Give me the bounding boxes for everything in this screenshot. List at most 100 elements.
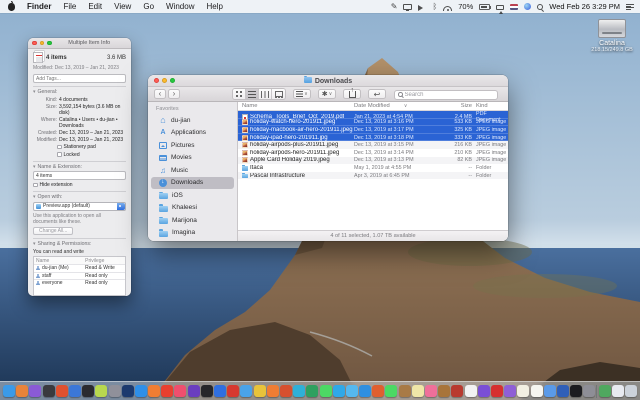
dock-icon-dark-grid-app[interactable] bbox=[82, 385, 94, 397]
dock-icon-blue-a-app[interactable] bbox=[214, 385, 226, 397]
checkbox-icon[interactable] bbox=[57, 152, 62, 157]
checkbox-icon[interactable] bbox=[33, 183, 38, 188]
minimize-button[interactable] bbox=[40, 41, 45, 46]
name-extension-field[interactable] bbox=[33, 171, 126, 180]
sidebar-item-music[interactable]: Music bbox=[151, 164, 234, 177]
name-extension-heading[interactable]: Name & Extension: bbox=[33, 164, 126, 170]
dock-icon-imovie[interactable] bbox=[478, 385, 490, 397]
dock-icon-camera-app[interactable] bbox=[43, 385, 55, 397]
close-button[interactable] bbox=[32, 41, 37, 46]
file-row[interactable]: holiday-ipad-hero-201911.jpg Dec 13, 201… bbox=[238, 134, 508, 142]
dock-icon-textedit[interactable] bbox=[531, 385, 543, 397]
dock-icon-preview[interactable] bbox=[544, 385, 556, 397]
sharing-permissions-heading[interactable]: Sharing & Permissions: bbox=[33, 241, 126, 247]
dock-icon-messages[interactable] bbox=[385, 385, 397, 397]
column-name[interactable]: Name bbox=[242, 103, 354, 109]
sidebar-item-ios[interactable]: iOS bbox=[151, 189, 234, 202]
icon-view-button[interactable] bbox=[233, 89, 246, 99]
dock-icon-gray-app[interactable] bbox=[109, 385, 121, 397]
change-all-button[interactable]: Change All... bbox=[33, 227, 73, 235]
dock-icon-home-app[interactable] bbox=[16, 385, 28, 397]
dock-icon-docker-app[interactable] bbox=[557, 385, 569, 397]
menu-item[interactable]: Finder bbox=[21, 2, 57, 11]
dock-icon-skype[interactable] bbox=[359, 385, 371, 397]
file-row[interactable]: holiday-watch-hero-201911.jpeg Dec 13, 2… bbox=[238, 119, 508, 127]
notification-center-icon[interactable] bbox=[626, 3, 634, 10]
menu-item[interactable]: Help bbox=[200, 2, 228, 11]
column-date-modified[interactable]: Date Modified∨ bbox=[354, 103, 436, 109]
dock-icon-chrome[interactable] bbox=[254, 385, 266, 397]
zoom-button[interactable] bbox=[170, 78, 175, 83]
battery-icon[interactable] bbox=[479, 4, 490, 10]
dock-icon-trash[interactable] bbox=[625, 385, 637, 397]
dock-icon-gift-app[interactable] bbox=[438, 385, 450, 397]
column-view-button[interactable] bbox=[259, 89, 272, 99]
dock-icon-finder[interactable] bbox=[3, 385, 15, 397]
file-row[interactable]: Pascal Infrastructure Apr 3, 2019 at 6:4… bbox=[238, 172, 508, 180]
sidebar-item-downloads[interactable]: Downloads bbox=[151, 177, 234, 190]
menubar-icon-display[interactable] bbox=[403, 4, 412, 10]
dock-icon-photos[interactable] bbox=[465, 385, 477, 397]
search-field[interactable] bbox=[394, 90, 498, 100]
menubar-icon-keyboard-flag[interactable] bbox=[510, 4, 518, 10]
group-by-button[interactable]: ∨ bbox=[293, 89, 311, 99]
dock-icon-color-circle-app[interactable] bbox=[372, 385, 384, 397]
sidebar-item-du-jian[interactable]: du-jian bbox=[151, 114, 234, 127]
dock-icon-system-preferences[interactable] bbox=[583, 385, 595, 397]
dock-icon-navy-app[interactable] bbox=[122, 385, 134, 397]
dock-icon-flame-app[interactable] bbox=[56, 385, 68, 397]
dock-icon-red-grid-app[interactable] bbox=[451, 385, 463, 397]
dock-icon-launchpad[interactable] bbox=[95, 385, 107, 397]
menubar-icon-bluetooth[interactable] bbox=[432, 2, 437, 11]
apple-menu-icon[interactable] bbox=[8, 3, 15, 11]
menubar-icon-spotlight[interactable] bbox=[537, 4, 543, 10]
dock-icon-podcasts-app[interactable] bbox=[148, 385, 160, 397]
info-titlebar[interactable]: Multiple Item Info bbox=[28, 38, 131, 49]
sidebar-item-imagina[interactable]: Imagina bbox=[151, 227, 234, 240]
menubar-icon-volume[interactable] bbox=[418, 5, 426, 11]
share-button[interactable] bbox=[343, 89, 361, 99]
sidebar-item-marijona[interactable]: Marijona bbox=[151, 214, 234, 227]
file-row[interactable]: Apple Card Holiday 2019.jpeg Dec 13, 201… bbox=[238, 157, 508, 165]
forward-button[interactable]: › bbox=[168, 89, 180, 99]
dock-icon-safari[interactable] bbox=[240, 385, 252, 397]
file-row[interactable]: holiday-airpods-plus-201911.jpeg Dec 13,… bbox=[238, 141, 508, 149]
dock-icon-notes-brown-app[interactable] bbox=[399, 385, 411, 397]
dock-icon-separator[interactable] bbox=[596, 385, 597, 398]
checkbox-icon[interactable] bbox=[57, 145, 62, 150]
column-size[interactable]: Size bbox=[436, 103, 476, 109]
sidebar-item-applications[interactable]: Applications bbox=[151, 127, 234, 140]
dock-icon-whatsapp[interactable] bbox=[320, 385, 332, 397]
dock-icon-notes[interactable] bbox=[517, 385, 529, 397]
search-input[interactable] bbox=[405, 92, 495, 98]
sidebar-item-movies[interactable]: Movies bbox=[151, 152, 234, 165]
general-section-heading[interactable]: General: bbox=[33, 89, 126, 95]
permission-row[interactable]: everyone Read only bbox=[34, 279, 125, 287]
permission-row[interactable]: staff Read only bbox=[34, 272, 125, 280]
dock-icon-documents-stack[interactable] bbox=[612, 385, 624, 397]
desktop-disk-icon[interactable]: Catalina 218.15/249.8 GB bbox=[588, 19, 636, 53]
file-row[interactable]: holiday-macbook-air-hero-201911.jpeg Dec… bbox=[238, 126, 508, 134]
undo-button[interactable]: ↩ bbox=[368, 89, 386, 99]
menubar-icon-siri[interactable] bbox=[524, 3, 531, 10]
dock-icon-app-store[interactable] bbox=[135, 385, 147, 397]
sidebar-item-pictures[interactable]: Pictures bbox=[151, 139, 234, 152]
file-row[interactable]: holiday-airpods-hero-201911.jpeg Dec 13,… bbox=[238, 149, 508, 157]
dock-icon-red-a-app[interactable] bbox=[227, 385, 239, 397]
dock-icon-green-folder-stack[interactable] bbox=[599, 385, 611, 397]
dock-icon-red-dot-app[interactable] bbox=[491, 385, 503, 397]
dock-icon-siri-orb[interactable] bbox=[29, 385, 41, 397]
open-with-dropdown[interactable]: Preview.app (default) bbox=[33, 202, 126, 211]
open-with-heading[interactable]: Open with: bbox=[33, 194, 126, 200]
menu-item[interactable]: File bbox=[57, 2, 82, 11]
dock-icon-twitter[interactable] bbox=[346, 385, 358, 397]
close-button[interactable] bbox=[154, 78, 159, 83]
menubar-clock[interactable]: Wed Feb 26 3:29 PM bbox=[549, 2, 620, 11]
info-checkbox[interactable]: Stationery pad bbox=[57, 144, 126, 150]
dock-icon-draw-app[interactable] bbox=[69, 385, 81, 397]
menu-item[interactable]: Go bbox=[137, 2, 160, 11]
action-menu-button[interactable]: ✱∨ bbox=[318, 89, 336, 99]
dock-icon-photos-pink-app[interactable] bbox=[425, 385, 437, 397]
dock-icon-purple-glyph-app[interactable] bbox=[188, 385, 200, 397]
list-view-button[interactable] bbox=[246, 89, 259, 99]
